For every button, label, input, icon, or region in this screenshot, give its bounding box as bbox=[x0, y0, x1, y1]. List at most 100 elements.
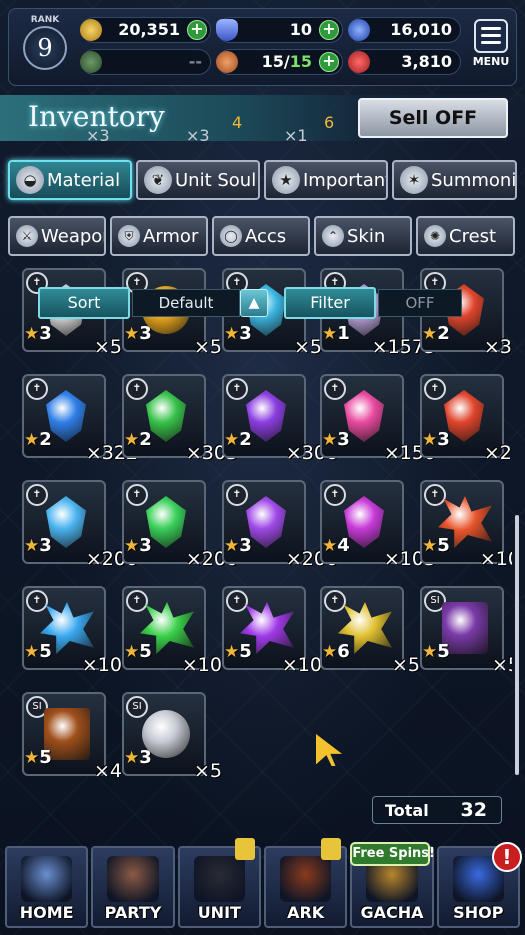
sort-button[interactable]: Sort bbox=[38, 287, 130, 319]
rarity-value: 5 bbox=[39, 641, 52, 662]
menu-button[interactable]: MENU bbox=[472, 19, 510, 79]
alert-badge-icon: ! bbox=[491, 842, 522, 872]
tab-unit-soul[interactable]: ❦ Unit Soul bbox=[136, 160, 260, 200]
inventory-item[interactable]: ✝★3×200 bbox=[222, 480, 338, 570]
scrollbar[interactable] bbox=[515, 515, 519, 775]
rarity-value: 5 bbox=[39, 747, 52, 768]
total-label: Total bbox=[385, 801, 429, 820]
item-quantity: ×10 bbox=[281, 654, 322, 676]
rank-display[interactable]: RANK 9 bbox=[15, 15, 75, 79]
upgrade-badge-icon: ✝ bbox=[26, 590, 48, 612]
item-quantity: ×4 bbox=[93, 760, 122, 782]
energy-current: 15 bbox=[261, 52, 284, 71]
nav-label: GACHA bbox=[360, 903, 424, 922]
bag-icon: ◒ bbox=[16, 166, 44, 194]
lapis-paid-counter: 10 + bbox=[216, 17, 343, 43]
star-icon: ★ bbox=[24, 324, 40, 344]
nav-unit-button[interactable]: UNIT bbox=[177, 838, 261, 928]
inventory-item[interactable]: ✝ ★2 ×306 bbox=[222, 374, 338, 464]
inventory-item[interactable]: SI★5×5 bbox=[420, 586, 512, 676]
item-quantity: ×5 bbox=[293, 336, 322, 358]
filter-button[interactable]: Filter bbox=[284, 287, 376, 319]
inventory-item[interactable]: SI ★5 ×4 bbox=[22, 692, 122, 782]
tab-armor[interactable]: ⛨ Armor bbox=[110, 216, 208, 256]
party-icon bbox=[107, 856, 159, 902]
tab-label: Unit Soul bbox=[175, 169, 257, 191]
inventory-item[interactable]: ✝ ★3 ×150 bbox=[320, 374, 436, 464]
energy-icon bbox=[216, 51, 238, 73]
item-quantity: ×5 bbox=[193, 336, 222, 358]
upgrade-badge-icon: ✝ bbox=[226, 484, 248, 506]
lapis-free-counter: 16,010 bbox=[348, 17, 461, 43]
rarity-stars: ★3 bbox=[124, 535, 152, 556]
sword-emblem-icon bbox=[80, 51, 102, 73]
filter-value[interactable]: OFF bbox=[378, 289, 462, 317]
peek-count: ×3 bbox=[86, 126, 110, 145]
rarity-stars: ★3 bbox=[224, 323, 252, 344]
upgrade-badge-icon: ✝ bbox=[424, 484, 446, 506]
inventory-item[interactable]: ✝ ★5 ×10 bbox=[222, 586, 322, 676]
inventory-item[interactable]: ✝ ★5 ×10 bbox=[22, 586, 122, 676]
add-lapis-button[interactable]: + bbox=[319, 20, 339, 40]
upgrade-badge-icon: ✝ bbox=[324, 590, 346, 612]
inventory-item[interactable]: ✝★3×200 bbox=[420, 374, 512, 464]
star-icon: ★ bbox=[422, 324, 438, 344]
inventory-item[interactable]: ✝ ★6 ×5 bbox=[320, 586, 420, 676]
tab-crest[interactable]: ✺ Crest bbox=[416, 216, 515, 256]
tab-skin[interactable]: ⌃ Skin bbox=[314, 216, 412, 256]
red-orb-icon bbox=[348, 51, 370, 73]
inventory-item[interactable]: ✝ ★5 ×10 bbox=[122, 586, 222, 676]
tab-material[interactable]: ◒ Material bbox=[8, 160, 132, 200]
armor-icon: ⛨ bbox=[118, 225, 140, 247]
nav-shop-button[interactable]: SHOP! bbox=[436, 842, 522, 928]
upgrade-badge-icon: ✝ bbox=[226, 590, 248, 612]
sort-value[interactable]: Default bbox=[132, 289, 240, 317]
lapis-paid-value: 10 bbox=[289, 20, 312, 39]
tab-accs[interactable]: ◯ Accs bbox=[212, 216, 310, 256]
star-icon: ★ bbox=[322, 430, 338, 450]
rank-label: RANK bbox=[30, 15, 60, 25]
lapis-orb-icon bbox=[348, 19, 370, 41]
inventory-item[interactable]: ✝ ★2 ×322 bbox=[22, 374, 138, 464]
nav-label: UNIT bbox=[197, 903, 241, 922]
rarity-stars: ★5 bbox=[224, 641, 252, 662]
lapis-free-value: 16,010 bbox=[390, 20, 452, 39]
tab-summoning[interactable]: ✶ Summoning bbox=[392, 160, 517, 200]
lock-icon bbox=[234, 838, 255, 860]
nav-label: SHOP bbox=[453, 903, 504, 922]
sort-direction-up-icon[interactable]: ▲ bbox=[240, 289, 268, 317]
star-icon: ★ bbox=[272, 166, 300, 194]
peek-count: ×3 bbox=[186, 126, 210, 145]
hanger-icon: ⌃ bbox=[322, 225, 344, 247]
tab-weapon[interactable]: ⚔ Weapon bbox=[8, 216, 106, 256]
nav-label: PARTY bbox=[104, 903, 162, 922]
item-quantity: ×10 bbox=[181, 654, 222, 676]
item-grid: ✝★3×5✝★3×5✝★3×5✝★1×1575✝★2×323✝★2×322✝★2… bbox=[22, 268, 512, 788]
inventory-item[interactable]: ✝ ★2 ×303 bbox=[122, 374, 238, 464]
nav-home-button[interactable]: HOME bbox=[5, 846, 89, 928]
inventory-item[interactable]: ✝ ★4 ×103 bbox=[320, 480, 436, 570]
nav-party-button[interactable]: PARTY bbox=[91, 846, 175, 928]
inventory-item[interactable]: SI ★3 ×5 bbox=[122, 692, 222, 782]
star-icon: ★ bbox=[322, 536, 338, 556]
rarity-value: 3 bbox=[139, 323, 152, 344]
peek-count: 4 bbox=[232, 113, 243, 132]
item-quantity: ×10 bbox=[81, 654, 122, 676]
inventory-item[interactable]: ✝★3×200 bbox=[22, 480, 138, 570]
rarity-value: 3 bbox=[337, 429, 350, 450]
skill-badge-icon: SI bbox=[126, 696, 148, 718]
star-icon: ★ bbox=[124, 430, 140, 450]
add-gil-button[interactable]: + bbox=[187, 20, 207, 40]
nav-ark-button[interactable]: ARK bbox=[263, 838, 348, 928]
tab-important[interactable]: ★ Important bbox=[264, 160, 388, 200]
upgrade-badge-icon: ✝ bbox=[126, 590, 148, 612]
inventory-item[interactable]: ✝ ★5 ×10 bbox=[420, 480, 512, 570]
ark-icon bbox=[279, 856, 332, 902]
rarity-value: 3 bbox=[39, 323, 52, 344]
upgrade-badge-icon: ✝ bbox=[26, 484, 48, 506]
nav-gacha-button[interactable]: GACHA Free Spins! bbox=[350, 842, 435, 928]
sell-off-button[interactable]: Sell OFF bbox=[358, 98, 508, 138]
add-energy-button[interactable]: + bbox=[319, 52, 339, 72]
inventory-item[interactable]: ✝★3×200 bbox=[122, 480, 238, 570]
upgrade-badge-icon: ✝ bbox=[226, 378, 248, 400]
